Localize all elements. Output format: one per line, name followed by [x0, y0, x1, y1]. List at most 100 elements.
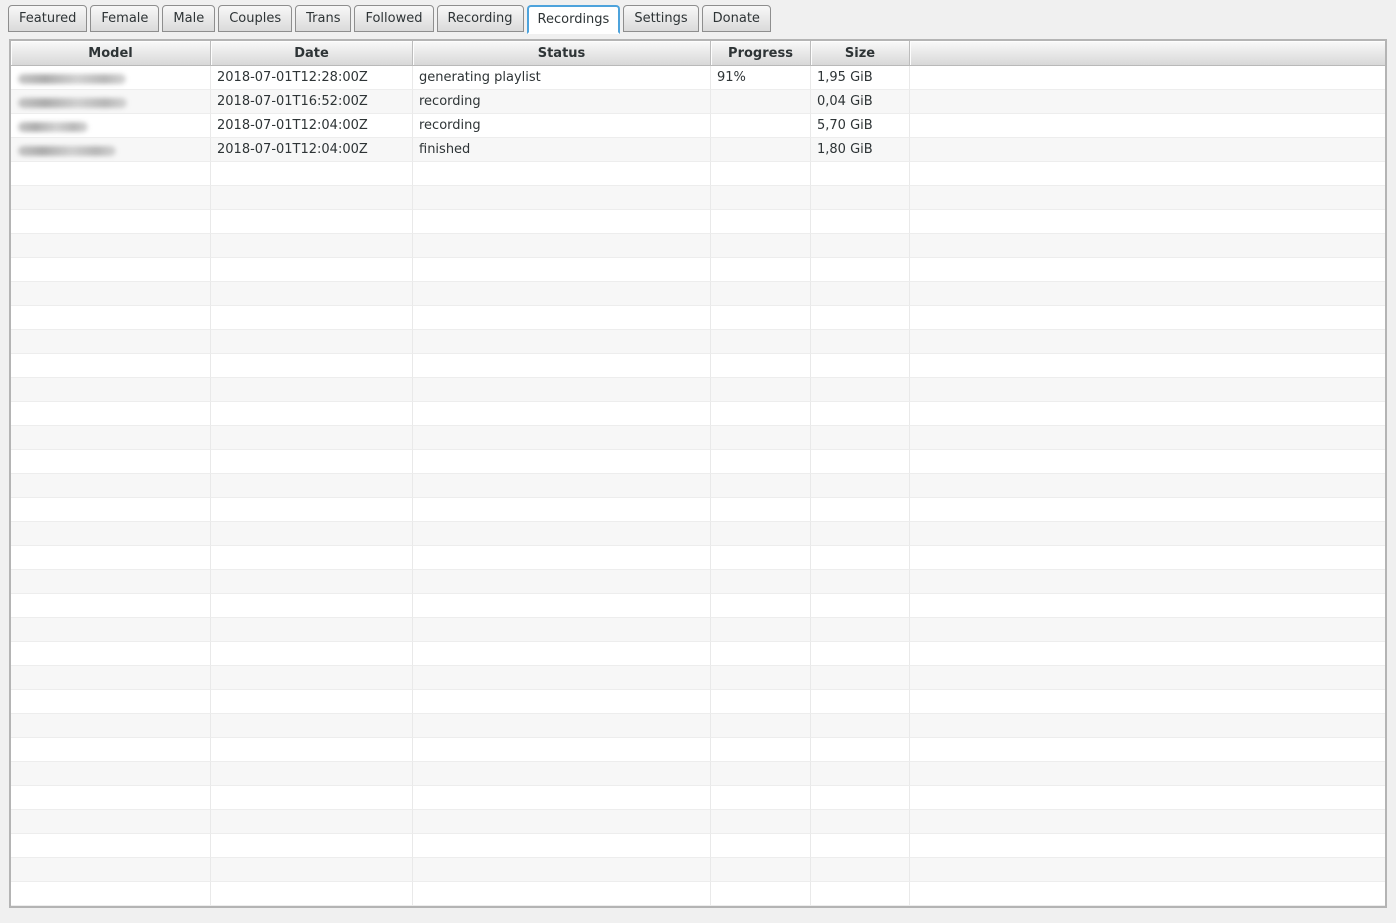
- column-header-model[interactable]: Model: [11, 41, 211, 66]
- empty-cell: [711, 762, 811, 786]
- column-header-status[interactable]: Status: [413, 41, 711, 66]
- empty-cell: [910, 474, 1385, 498]
- empty-cell: [910, 162, 1385, 186]
- empty-cell: [811, 186, 910, 210]
- empty-cell: [910, 858, 1385, 882]
- empty-cell: [11, 426, 211, 450]
- empty-cell: [711, 690, 811, 714]
- empty-cell: [711, 666, 811, 690]
- empty-cell: [211, 546, 413, 570]
- empty-cell: [211, 810, 413, 834]
- empty-cell: [711, 306, 811, 330]
- cell-size: 0,04 GiB: [811, 90, 910, 114]
- cell-date: 2018-07-01T12:28:00Z: [211, 66, 413, 90]
- empty-cell: [910, 882, 1385, 906]
- empty-cell: [211, 450, 413, 474]
- empty-cell: [910, 402, 1385, 426]
- empty-cell: [413, 522, 711, 546]
- empty-cell: [11, 834, 211, 858]
- empty-cell: [910, 762, 1385, 786]
- empty-cell: [811, 258, 910, 282]
- cell-status: recording: [413, 90, 711, 114]
- cell-size: 1,95 GiB: [811, 66, 910, 90]
- table-row[interactable]: 2018-07-01T16:52:00Zrecording0,04 GiB: [11, 90, 1385, 114]
- tab-trans[interactable]: Trans: [295, 5, 351, 32]
- empty-cell: [711, 882, 811, 906]
- empty-cell: [711, 354, 811, 378]
- tab-recording[interactable]: Recording: [437, 5, 524, 32]
- empty-cell: [211, 714, 413, 738]
- empty-table-row: [11, 474, 1385, 498]
- column-header-date[interactable]: Date: [211, 41, 413, 66]
- empty-cell: [211, 738, 413, 762]
- empty-cell: [211, 834, 413, 858]
- column-header-extra[interactable]: [910, 41, 1385, 66]
- empty-cell: [211, 642, 413, 666]
- empty-cell: [711, 210, 811, 234]
- empty-cell: [11, 546, 211, 570]
- empty-cell: [11, 882, 211, 906]
- empty-cell: [413, 186, 711, 210]
- empty-cell: [11, 186, 211, 210]
- empty-cell: [211, 210, 413, 234]
- empty-cell: [11, 570, 211, 594]
- empty-cell: [11, 714, 211, 738]
- empty-table-row: [11, 570, 1385, 594]
- recordings-table-frame: ModelDateStatusProgressSize 2018-07-01T1…: [9, 39, 1387, 908]
- empty-cell: [811, 690, 910, 714]
- empty-cell: [711, 546, 811, 570]
- empty-table-row: [11, 642, 1385, 666]
- empty-cell: [910, 810, 1385, 834]
- empty-cell: [413, 282, 711, 306]
- tab-settings[interactable]: Settings: [623, 5, 698, 32]
- empty-table-row: [11, 162, 1385, 186]
- empty-cell: [413, 570, 711, 594]
- empty-cell: [11, 762, 211, 786]
- empty-cell: [413, 450, 711, 474]
- empty-table-row: [11, 546, 1385, 570]
- empty-table-row: [11, 402, 1385, 426]
- empty-cell: [910, 354, 1385, 378]
- empty-cell: [811, 834, 910, 858]
- empty-table-row: [11, 810, 1385, 834]
- table-row[interactable]: 2018-07-01T12:04:00Zfinished1,80 GiB: [11, 138, 1385, 162]
- empty-cell: [211, 330, 413, 354]
- empty-cell: [413, 594, 711, 618]
- empty-cell: [811, 450, 910, 474]
- empty-cell: [211, 258, 413, 282]
- empty-cell: [910, 426, 1385, 450]
- empty-cell: [910, 834, 1385, 858]
- empty-cell: [211, 522, 413, 546]
- column-header-size[interactable]: Size: [811, 41, 910, 66]
- tab-donate[interactable]: Donate: [702, 5, 771, 32]
- empty-cell: [910, 186, 1385, 210]
- empty-cell: [11, 330, 211, 354]
- empty-cell: [711, 282, 811, 306]
- cell-status: finished: [413, 138, 711, 162]
- empty-cell: [711, 426, 811, 450]
- empty-cell: [811, 354, 910, 378]
- table-row[interactable]: 2018-07-01T12:28:00Zgenerating playlist9…: [11, 66, 1385, 90]
- empty-cell: [910, 738, 1385, 762]
- tab-couples[interactable]: Couples: [218, 5, 292, 32]
- empty-cell: [811, 330, 910, 354]
- empty-cell: [413, 690, 711, 714]
- cell-extra: [910, 90, 1385, 114]
- empty-cell: [811, 378, 910, 402]
- tab-featured[interactable]: Featured: [8, 5, 87, 32]
- empty-cell: [11, 810, 211, 834]
- empty-cell: [811, 594, 910, 618]
- empty-cell: [711, 234, 811, 258]
- empty-cell: [910, 594, 1385, 618]
- tab-male[interactable]: Male: [162, 5, 215, 32]
- column-header-progress[interactable]: Progress: [711, 41, 811, 66]
- tab-female[interactable]: Female: [90, 5, 159, 32]
- empty-cell: [211, 594, 413, 618]
- empty-cell: [11, 522, 211, 546]
- empty-cell: [413, 258, 711, 282]
- tab-recordings[interactable]: Recordings: [527, 5, 621, 34]
- table-row[interactable]: 2018-07-01T12:04:00Zrecording5,70 GiB: [11, 114, 1385, 138]
- empty-table-row: [11, 786, 1385, 810]
- tab-followed[interactable]: Followed: [354, 5, 433, 32]
- empty-cell: [711, 834, 811, 858]
